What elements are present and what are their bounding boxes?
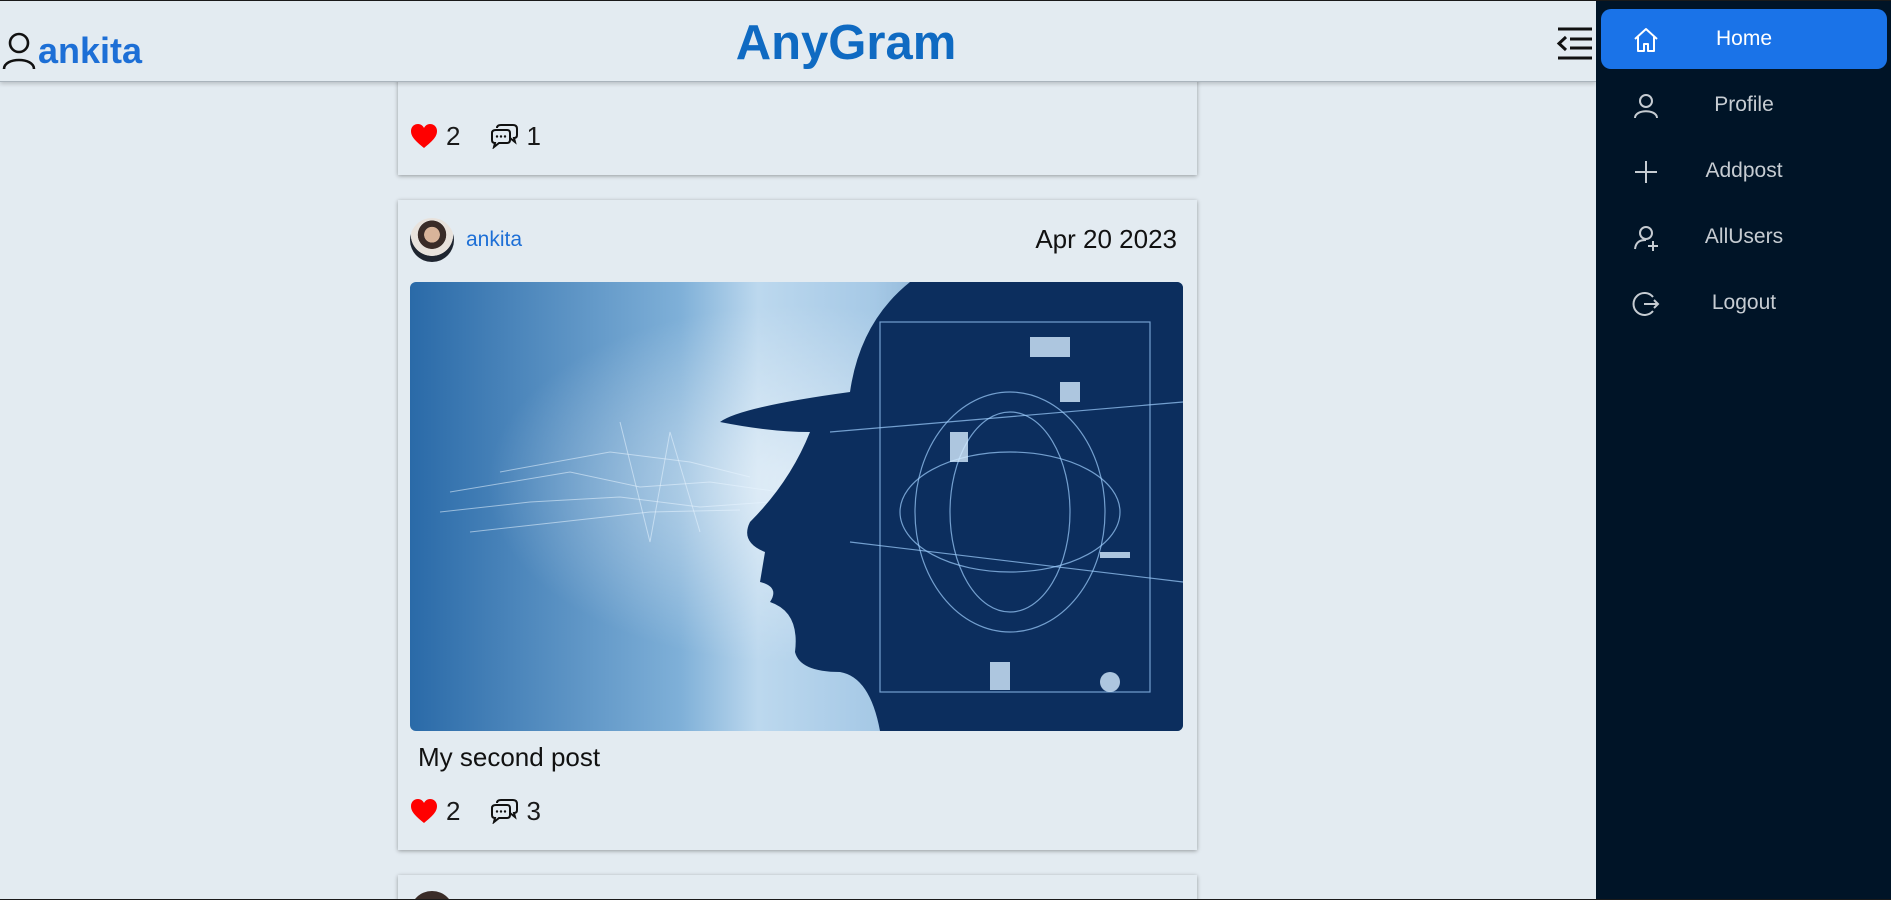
heart-icon bbox=[411, 124, 437, 148]
heart-icon bbox=[411, 799, 437, 823]
post-card bbox=[398, 875, 1197, 899]
sidebar-item-home[interactable]: Home bbox=[1601, 9, 1887, 69]
post-caption: My second post bbox=[418, 742, 601, 772]
comment-icon bbox=[491, 124, 519, 149]
post-actions: 2 3 bbox=[410, 794, 571, 828]
menu-collapse-icon[interactable] bbox=[1556, 25, 1594, 61]
plus-icon bbox=[1635, 161, 1657, 183]
like-button[interactable]: 2 bbox=[410, 796, 460, 827]
post-header: ankita Apr 20 2023 bbox=[410, 218, 1177, 266]
like-count: 2 bbox=[446, 120, 461, 151]
post-image bbox=[410, 282, 1183, 731]
sidebar-item-addpost[interactable]: Addpost bbox=[1601, 141, 1887, 201]
like-button[interactable]: 2 bbox=[410, 121, 460, 152]
app: ankita AnyGram 2 1 ankita Apr 20 2023 My… bbox=[0, 1, 1891, 899]
logout-icon bbox=[1632, 292, 1660, 316]
post-author-link[interactable]: ankita bbox=[466, 228, 522, 252]
sidebar-item-allusers[interactable]: AllUsers bbox=[1601, 207, 1887, 267]
post-card: ankita Apr 20 2023 My second post 2 3 bbox=[398, 200, 1197, 850]
post-actions: 2 1 bbox=[410, 119, 571, 153]
comment-icon bbox=[491, 799, 519, 824]
comment-count: 3 bbox=[526, 795, 541, 826]
author-avatar[interactable] bbox=[410, 218, 454, 262]
sidebar-item-logout[interactable]: Logout bbox=[1601, 273, 1887, 333]
comment-count: 1 bbox=[526, 120, 541, 151]
sidebar-item-profile[interactable]: Profile bbox=[1601, 75, 1887, 135]
users-add-icon bbox=[1634, 226, 1658, 251]
like-count: 2 bbox=[446, 795, 461, 826]
home-icon bbox=[1634, 28, 1658, 52]
top-bar: ankita AnyGram bbox=[0, 1, 1596, 82]
post-date: Apr 20 2023 bbox=[1035, 224, 1177, 254]
user-icon bbox=[1634, 94, 1658, 119]
post-feed: 2 1 ankita Apr 20 2023 My second post 2 … bbox=[398, 1, 1197, 899]
app-brand[interactable]: AnyGram bbox=[0, 15, 1692, 71]
comment-button[interactable]: 3 bbox=[490, 795, 541, 827]
author-avatar[interactable] bbox=[410, 891, 454, 899]
sidebar-nav: Home Profile Addpost AllUsers Logout bbox=[1596, 1, 1891, 899]
comment-button[interactable]: 1 bbox=[490, 120, 541, 152]
